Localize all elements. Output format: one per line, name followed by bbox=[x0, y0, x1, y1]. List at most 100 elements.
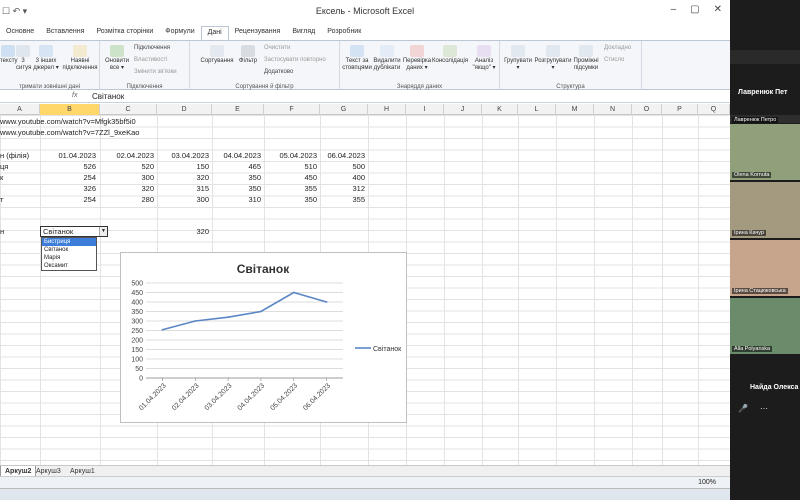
tab-page-layout[interactable]: Розмітка сторінки bbox=[90, 26, 159, 40]
date-cell[interactable]: 01.04.2023 bbox=[40, 150, 96, 161]
column-header[interactable]: G bbox=[320, 104, 368, 115]
value-cell[interactable]: 254 bbox=[40, 172, 96, 183]
value-cell[interactable]: 510 bbox=[264, 161, 317, 172]
value-cell[interactable]: 350 bbox=[264, 194, 317, 205]
value-cell[interactable]: 310 bbox=[212, 194, 261, 205]
column-header[interactable]: C bbox=[100, 104, 157, 115]
show-detail-button[interactable]: Докладно bbox=[604, 45, 631, 51]
date-cell[interactable]: 03.04.2023 bbox=[157, 150, 209, 161]
advanced-button[interactable]: Додатково bbox=[264, 69, 293, 75]
connections-button[interactable]: Підключення bbox=[134, 45, 170, 51]
date-cell[interactable]: 02.04.2023 bbox=[100, 150, 154, 161]
value-cell[interactable]: 520 bbox=[100, 161, 154, 172]
reapply-button[interactable]: Застосувати повторно bbox=[264, 57, 326, 63]
dropdown-option[interactable]: Оксамит bbox=[42, 262, 96, 270]
zoom-level[interactable]: 100% bbox=[698, 479, 716, 486]
value-cell[interactable]: 320 bbox=[157, 172, 209, 183]
group-button[interactable]: Групувати ▾ bbox=[502, 45, 534, 72]
row-label[interactable]: к bbox=[0, 172, 3, 183]
data-validation-button[interactable]: Перевірка даних ▾ bbox=[402, 45, 432, 72]
column-header[interactable]: J bbox=[444, 104, 482, 115]
tab-formulas[interactable]: Формули bbox=[159, 26, 200, 40]
dropdown-option[interactable]: Світанок bbox=[42, 246, 96, 254]
ungroup-button[interactable]: Розгрупувати ▾ bbox=[534, 45, 572, 72]
value-cell[interactable]: 312 bbox=[320, 183, 365, 194]
existing-connections-button[interactable]: Наявні підключення bbox=[62, 45, 98, 72]
column-header[interactable]: E bbox=[212, 104, 264, 115]
subtotal-button[interactable]: Проміжні підсумки bbox=[572, 45, 600, 72]
column-header[interactable]: N bbox=[594, 104, 632, 115]
column-header[interactable]: A bbox=[0, 104, 40, 115]
validation-dropdown[interactable]: Світанок ▼ bbox=[40, 226, 108, 237]
filter-button[interactable]: Фільтр bbox=[236, 45, 260, 65]
dropdown-option[interactable]: Марія bbox=[42, 254, 96, 262]
participant-tile[interactable]: Лавренюк Петро bbox=[730, 115, 800, 123]
what-if-button[interactable]: Аналіз "якщо" ▾ bbox=[470, 45, 498, 72]
value-cell[interactable]: 254 bbox=[40, 194, 96, 205]
date-cell[interactable]: 06.04.2023 bbox=[320, 150, 365, 161]
tab-view[interactable]: Вигляд bbox=[286, 26, 321, 40]
column-header[interactable]: I bbox=[406, 104, 444, 115]
dropdown-option[interactable]: Бистриця bbox=[42, 238, 96, 246]
value-cell[interactable]: 526 bbox=[40, 161, 96, 172]
participant-tile[interactable]: Ірина Стацюковська bbox=[730, 240, 800, 296]
row-label[interactable]: н bbox=[0, 226, 4, 237]
column-header[interactable]: P bbox=[662, 104, 698, 115]
value-cell[interactable]: 350 bbox=[212, 172, 261, 183]
link-cell[interactable]: www.youtube.com/watch?v=7ZZl_9xeKao bbox=[0, 127, 139, 138]
result-cell[interactable]: 320 bbox=[157, 226, 209, 237]
column-header[interactable]: D bbox=[157, 104, 212, 115]
clear-button[interactable]: Очистити bbox=[264, 45, 290, 51]
row-label[interactable]: ця bbox=[0, 161, 8, 172]
value-cell[interactable]: 315 bbox=[157, 183, 209, 194]
header-cell[interactable]: н (філія) bbox=[0, 150, 29, 161]
value-cell[interactable]: 350 bbox=[212, 183, 261, 194]
column-header[interactable]: B bbox=[40, 104, 100, 115]
value-cell[interactable]: 465 bbox=[212, 161, 261, 172]
participant-tile[interactable]: Alla Polyanska bbox=[730, 298, 800, 354]
row-label[interactable]: т bbox=[0, 194, 3, 205]
value-cell[interactable]: 320 bbox=[100, 183, 154, 194]
consolidate-button[interactable]: Консолідація bbox=[432, 45, 468, 65]
tab-developer[interactable]: Розробник bbox=[321, 26, 367, 40]
microphone-icon[interactable]: 🎤 bbox=[738, 404, 748, 413]
column-header[interactable]: F bbox=[264, 104, 320, 115]
value-cell[interactable]: 326 bbox=[40, 183, 96, 194]
tab-data[interactable]: Дані bbox=[200, 26, 229, 40]
value-cell[interactable]: 500 bbox=[320, 161, 365, 172]
hide-detail-button[interactable]: Стисло bbox=[604, 57, 624, 63]
chevron-down-icon[interactable]: ▼ bbox=[99, 227, 107, 236]
tab-insert[interactable]: Вставлення bbox=[40, 26, 90, 40]
edit-links-button[interactable]: Змінити зв'язки bbox=[134, 69, 177, 75]
date-cell[interactable]: 05.04.2023 bbox=[264, 150, 317, 161]
remove-duplicates-button[interactable]: Видалити дублікати bbox=[372, 45, 402, 72]
line-chart[interactable]: Світанок 0 50 100 150 200 250 300 350 400 450 500 01… bbox=[120, 252, 407, 423]
formula-input[interactable]: Світанок bbox=[92, 92, 124, 101]
column-header[interactable]: O bbox=[632, 104, 662, 115]
close-icon[interactable]: ✕ bbox=[714, 4, 722, 15]
value-cell[interactable]: 300 bbox=[157, 194, 209, 205]
value-cell[interactable]: 300 bbox=[100, 172, 154, 183]
value-cell[interactable]: 355 bbox=[320, 194, 365, 205]
column-header[interactable]: K bbox=[482, 104, 518, 115]
refresh-all-button[interactable]: Оновити все ▾ bbox=[104, 45, 130, 72]
other-sources-button[interactable]: 3 інших джерел ▾ bbox=[32, 45, 60, 72]
column-header[interactable]: L bbox=[518, 104, 556, 115]
value-cell[interactable]: 400 bbox=[320, 172, 365, 183]
link-cell[interactable]: www.youtube.com/watch?v=Mfgk35bf5i0 bbox=[0, 116, 136, 127]
column-header[interactable]: Q bbox=[698, 104, 730, 115]
minimize-icon[interactable]: – bbox=[671, 4, 677, 15]
more-icon[interactable]: ⋯ bbox=[760, 404, 768, 413]
value-cell[interactable]: 150 bbox=[157, 161, 209, 172]
tab-home[interactable]: Основне bbox=[0, 26, 40, 40]
sort-button[interactable]: Сортування bbox=[200, 45, 234, 65]
value-cell[interactable]: 355 bbox=[264, 183, 317, 194]
column-header[interactable]: H bbox=[368, 104, 406, 115]
date-cell[interactable]: 04.04.2023 bbox=[212, 150, 261, 161]
participant-tile[interactable]: Olena Kornuta bbox=[730, 124, 800, 180]
from-text-button[interactable]: тексту bbox=[0, 45, 18, 65]
from-source-button[interactable]: 3 ситуя bbox=[16, 45, 31, 72]
participant-tile[interactable]: Ірина Качур bbox=[730, 182, 800, 238]
value-cell[interactable]: 280 bbox=[100, 194, 154, 205]
value-cell[interactable]: 450 bbox=[264, 172, 317, 183]
